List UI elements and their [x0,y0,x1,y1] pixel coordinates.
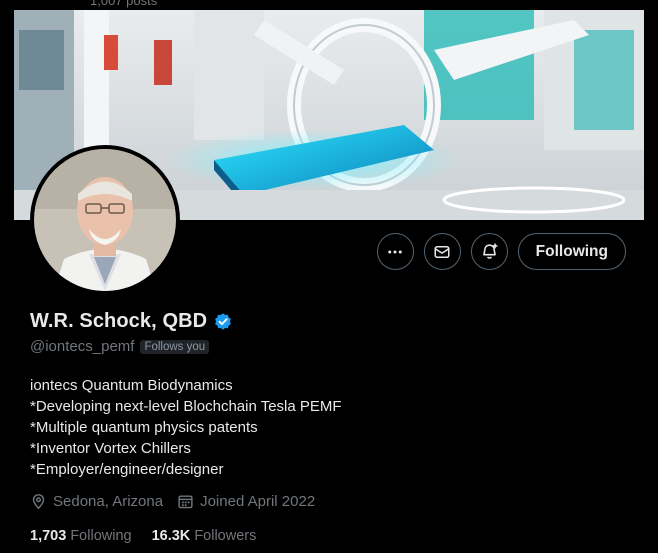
followers-count: 16.3K [151,528,191,544]
avatar-image [34,149,176,291]
joined-item: Joined April 2022 [177,493,315,510]
followers-label: Followers [194,528,257,544]
profile-meta: Sedona, Arizona Joined April 2022 [30,493,329,510]
display-name: W.R. Schock, QBD [30,310,208,332]
calendar-icon [178,495,193,509]
bell-plus-icon [482,243,498,259]
mail-icon [434,245,450,258]
top-header-strip: 1,007 posts [0,0,658,10]
profile-bio: iontecs Quantum Biodynamics *Developing … [30,375,342,480]
profile-avatar[interactable] [30,145,180,295]
name-row: W.R. Schock, QBD [30,310,233,333]
location-pin-icon [32,494,45,510]
bio-line: *Developing next-level Blochchain Tesla … [30,398,342,415]
followers-count-link[interactable]: 16.3K Followers [152,528,257,544]
joined-text: Joined April 2022 [200,493,316,510]
user-handle: @iontecs_pemf [30,338,135,355]
posts-count: 1,007 posts [90,0,158,8]
location-text: Sedona, Arizona [53,493,164,510]
message-button[interactable] [423,233,461,270]
following-count-link[interactable]: 1,703 Following [30,528,132,544]
following-button[interactable]: Following [517,233,626,270]
verified-badge-icon[interactable] [213,312,233,332]
follow-counts: 1,703 Following 16.3K Followers [30,528,276,544]
location-item: Sedona, Arizona [30,493,163,510]
follows-you-badge: Follows you [140,339,210,354]
more-icon [388,250,402,253]
profile-actions: Following [376,233,626,270]
more-button[interactable] [376,233,414,270]
bio-line: *Employer/engineer/designer [30,461,224,478]
handle-row: @iontecs_pemf Follows you [30,338,210,355]
notify-button[interactable] [470,233,508,270]
bio-line: *Multiple quantum physics patents [30,419,258,436]
following-count: 1,703 [30,528,67,544]
bio-line: iontecs Quantum Biodynamics [30,377,233,394]
bio-line: *Inventor Vortex Chillers [30,440,191,457]
following-label: Following [70,528,132,544]
